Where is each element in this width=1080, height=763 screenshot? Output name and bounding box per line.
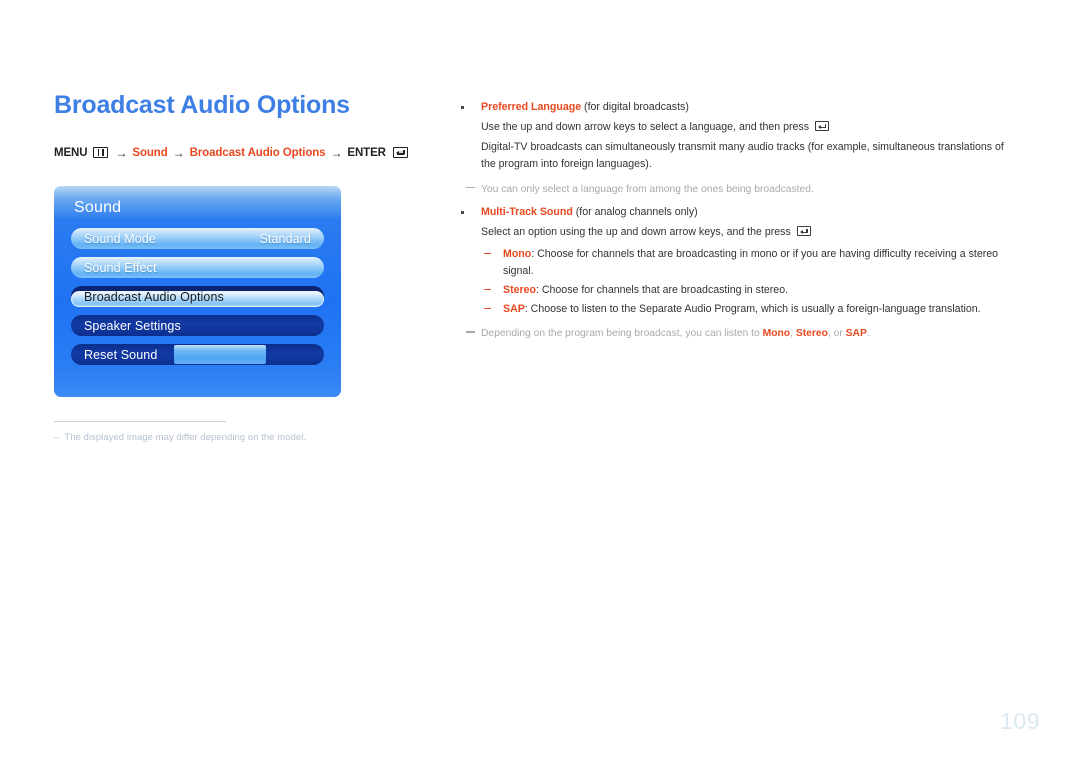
osd-item-reset-sound[interactable]: Reset Sound <box>71 344 324 365</box>
breadcrumb-crumb-broadcast-audio-options: Broadcast Audio Options <box>189 146 326 159</box>
sub-option-stereo: Stereo: Choose for channels that are bro… <box>481 282 1019 299</box>
tv-osd-sound-panel: Sound Sound Mode Standard Sound Effect B… <box>54 186 341 397</box>
footnote-row: – The displayed image may differ dependi… <box>54 432 384 443</box>
breadcrumb-crumb-sound: Sound <box>132 146 168 159</box>
breadcrumb-arrow-2: → <box>172 145 185 160</box>
content-body-line-1: Select an option using the up and down a… <box>481 224 1019 241</box>
content-term: Preferred Language <box>481 101 582 113</box>
right-column-content: Preferred Language (for digital broadcas… <box>459 99 1019 349</box>
osd-item-label: Sound Mode <box>84 231 156 246</box>
footnote-dash: – <box>54 432 60 443</box>
content-item-multi-track-sound: Multi-Track Sound (for analog channels o… <box>459 204 1019 318</box>
em-dash-icon <box>466 331 475 333</box>
left-column: Broadcast Audio Options MENU → Sound → B… <box>54 91 434 160</box>
dash-bullet-icon <box>484 288 491 291</box>
page-title: Broadcast Audio Options <box>54 91 350 119</box>
sub-option-text: : Choose for channels that are broadcast… <box>535 283 789 296</box>
em-dash-icon <box>466 186 475 189</box>
note-term-stereo: Stereo <box>795 328 828 340</box>
breadcrumb-enter-label: ENTER <box>347 146 386 159</box>
osd-item-broadcast-audio-options[interactable]: Broadcast Audio Options <box>71 286 324 307</box>
osd-item-sound-effect[interactable]: Sound Effect <box>71 257 324 278</box>
footnote-divider <box>54 421 226 422</box>
breadcrumb-arrow-3: → <box>330 145 343 160</box>
enter-return-icon <box>814 121 829 132</box>
sub-option-text: : Choose for channels that are broadcast… <box>503 247 999 277</box>
content-body-line-2: Digital-TV broadcasts can simultaneously… <box>481 141 1004 171</box>
square-bullet-icon <box>461 211 464 214</box>
content-item-preferred-language: Preferred Language (for digital broadcas… <box>459 99 1019 174</box>
content-item-heading: Multi-Track Sound (for analog channels o… <box>481 204 1019 221</box>
osd-item-sound-mode[interactable]: Sound Mode Standard <box>71 228 324 249</box>
content-term-suffix: (for digital broadcasts) <box>581 101 689 113</box>
note-term-sap: SAP <box>845 328 867 340</box>
osd-item-speaker-settings[interactable]: Speaker Settings <box>71 315 324 336</box>
square-bullet-icon <box>461 106 464 109</box>
osd-reset-progress-block <box>174 345 266 364</box>
sub-option-term: Stereo <box>503 283 536 296</box>
sub-option-term: SAP <box>503 303 525 316</box>
sub-option-text: : Choose to listen to the Separate Audio… <box>524 303 981 316</box>
note-sep-2: , or <box>827 328 846 340</box>
enter-return-icon <box>796 226 811 237</box>
content-body-text: Use the up and down arrow keys to select… <box>481 121 812 134</box>
note-text: You can only select a language from amon… <box>481 183 814 195</box>
menu-grid-icon <box>93 147 109 158</box>
osd-panel-title: Sound <box>74 199 122 216</box>
sub-option-term: Mono <box>503 247 532 260</box>
sub-option-list: Mono: Choose for channels that are broad… <box>481 246 1019 319</box>
note-multi-track-sound: Depending on the program being broadcast… <box>459 326 1019 343</box>
osd-menu-list: Sound Mode Standard Sound Effect Broadca… <box>71 228 324 373</box>
note-term-mono: Mono <box>762 328 791 340</box>
osd-item-label: Speaker Settings <box>84 318 181 333</box>
osd-item-label: Broadcast Audio Options <box>84 290 224 304</box>
content-body-line-1: Use the up and down arrow keys to select… <box>481 119 1019 136</box>
enter-return-icon <box>392 147 408 158</box>
content-item-heading: Preferred Language (for digital broadcas… <box>481 99 1019 116</box>
image-footnote: – The displayed image may differ dependi… <box>54 421 384 443</box>
osd-item-value: Standard <box>259 231 311 246</box>
sub-option-sap: SAP: Choose to listen to the Separate Au… <box>481 301 1019 318</box>
sub-option-mono: Mono: Choose for channels that are broad… <box>481 246 1019 280</box>
note-text-suffix: . <box>866 328 870 340</box>
note-preferred-language: You can only select a language from amon… <box>459 182 1019 199</box>
content-term: Multi-Track Sound <box>481 206 573 219</box>
dash-bullet-icon <box>484 308 491 310</box>
osd-item-label: Reset Sound <box>84 347 158 362</box>
note-text-prefix: Depending on the program being broadcast… <box>481 328 763 340</box>
content-body-text: Select an option using the up and down a… <box>481 226 794 239</box>
dash-bullet-icon <box>484 252 491 254</box>
breadcrumb-arrow-1: → <box>115 145 128 160</box>
osd-item-label: Sound Effect <box>84 260 157 275</box>
content-term-suffix: (for analog channels only) <box>572 206 698 219</box>
footnote-text: The displayed image may differ depending… <box>64 432 307 443</box>
page-number: 109 <box>1000 708 1040 734</box>
breadcrumb-menu-label: MENU <box>54 146 88 159</box>
breadcrumb: MENU → Sound → Broadcast Audio Options →… <box>54 146 434 160</box>
